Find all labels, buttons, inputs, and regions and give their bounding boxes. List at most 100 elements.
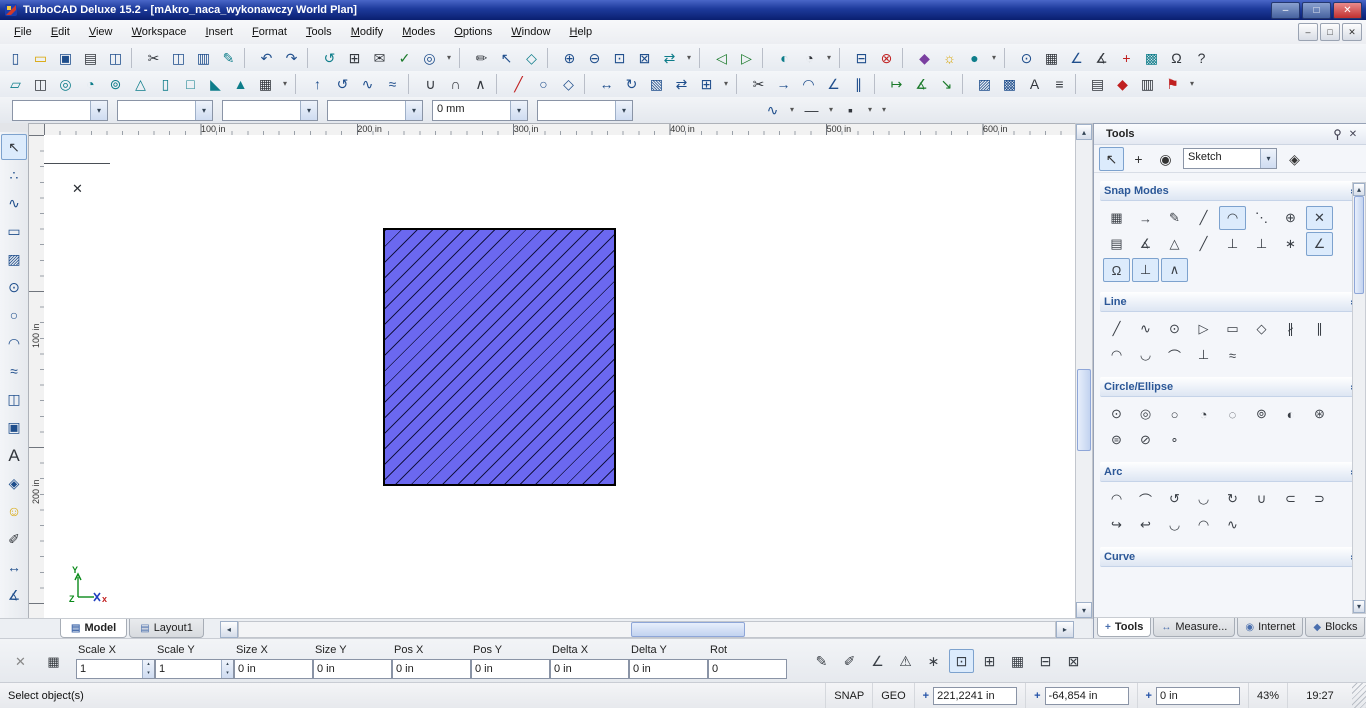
combo-dropdown-arrow[interactable]: ▾ — [615, 101, 632, 120]
scale-button[interactable]: ▧ — [644, 72, 669, 96]
coordinate-system-button[interactable]: + — [1114, 46, 1139, 70]
menu-workspace[interactable]: Workspace — [124, 23, 195, 41]
box-tool[interactable]: ▣ — [1, 414, 27, 440]
subtract-button[interactable]: ∩ — [443, 72, 468, 96]
view-more-dropdown[interactable]: ▾ — [822, 46, 836, 70]
z-coordinate-display[interactable]: 0 in — [1156, 687, 1240, 705]
rectangle-tool[interactable]: ▭ — [1, 218, 27, 244]
format-painter-button[interactable]: ✎ — [216, 46, 241, 70]
arc-perpendicular[interactable]: ↩ — [1132, 513, 1159, 537]
line-polygon[interactable]: ▷ — [1190, 317, 1217, 341]
panel-globe-button[interactable]: ◉ — [1153, 147, 1178, 171]
no-snap[interactable]: ✕ — [1306, 206, 1333, 230]
perspective-handles-button[interactable]: ⊠ — [1061, 649, 1086, 673]
save-button[interactable]: ▣ — [53, 46, 78, 70]
snap-on-graphic[interactable]: ╱ — [1190, 206, 1217, 230]
menu-tools[interactable]: Tools — [298, 23, 340, 41]
scroll-down-button[interactable]: ▾ — [1353, 600, 1365, 613]
minimize-button[interactable]: – — [1271, 2, 1300, 19]
snap-to-grid[interactable]: ▦ — [1103, 206, 1130, 230]
zoom-out-button[interactable]: ⊖ — [582, 46, 607, 70]
section-header-arc[interactable]: Arc « — [1100, 462, 1361, 482]
trim-button[interactable]: ✂ — [746, 72, 771, 96]
pen-properties-button[interactable]: ✐ — [837, 649, 862, 673]
ortho-button[interactable]: ∠ — [1064, 46, 1089, 70]
dimension-button[interactable]: ↦ — [884, 72, 909, 96]
line-rotated-rectangle[interactable]: ◇ — [1248, 317, 1275, 341]
close-button[interactable]: ✕ — [1333, 2, 1362, 19]
selection-info-button[interactable]: ▦ — [41, 649, 66, 673]
paint-tool[interactable]: ◈ — [1, 470, 27, 496]
pin-icon[interactable] — [1329, 127, 1345, 142]
pos-x-input[interactable]: 0 in ▴▾ — [392, 659, 471, 679]
circle-2-point[interactable]: ◌ — [1219, 402, 1246, 426]
redraw-button[interactable]: ↺ — [317, 46, 342, 70]
mdi-restore-button[interactable]: □ — [1320, 23, 1340, 41]
print-preview-button[interactable]: ◫ — [103, 46, 128, 70]
world-plan-button[interactable]: ◐ — [772, 46, 797, 70]
line-style-dropdown[interactable]: ▾ — [824, 98, 838, 122]
multitext-button[interactable]: ≡ — [1047, 72, 1072, 96]
menu-file[interactable]: File — [6, 23, 40, 41]
delta-x-input[interactable]: 0 in ▴▾ — [550, 659, 629, 679]
menu-edit[interactable]: Edit — [43, 23, 78, 41]
snap-vertex[interactable]: ✎ — [1161, 206, 1188, 230]
circle-concentric[interactable]: ◎ — [1132, 402, 1159, 426]
snap-toggle-button[interactable]: ⊙ — [1014, 46, 1039, 70]
hemisphere-button[interactable]: ◔ — [78, 72, 103, 96]
properties-button[interactable]: ✎ — [809, 649, 834, 673]
section-header-curve[interactable]: Curve « — [1100, 547, 1361, 567]
blocks-button[interactable]: ◆ — [1110, 72, 1135, 96]
extend-button[interactable]: → — [771, 72, 796, 96]
solid-tool[interactable]: ◫ — [1, 386, 27, 412]
panel-tab-internet[interactable]: ◉ Internet — [1237, 618, 1303, 637]
named-view-button[interactable]: ⚑ — [1160, 72, 1185, 96]
section-header-line[interactable]: Line « — [1100, 292, 1361, 312]
selector-3d-button[interactable]: ◇ — [519, 46, 544, 70]
pick-point-tool[interactable]: ✐ — [1, 526, 27, 552]
materials-button[interactable]: ◆ — [912, 46, 937, 70]
torus-button[interactable]: ⊚ — [103, 72, 128, 96]
cone-button[interactable]: △ — [128, 72, 153, 96]
arc-start-end-included[interactable]: ↺ — [1161, 487, 1188, 511]
pos-y-input[interactable]: 0 in ▴▾ — [471, 659, 550, 679]
sweep-button[interactable]: ∿ — [355, 72, 380, 96]
arc-tangent-point[interactable]: ↻ — [1219, 487, 1246, 511]
render-more-dropdown[interactable]: ▾ — [987, 46, 1001, 70]
pen-pattern-dropdown[interactable]: ▾ — [785, 98, 799, 122]
angle-dimension-button[interactable]: ∡ — [909, 72, 934, 96]
resize-grip[interactable] — [1352, 683, 1366, 708]
tab-model[interactable]: ▤ Model — [60, 619, 127, 638]
property-combo-2[interactable]: ▾ — [117, 100, 213, 121]
line-width-dropdown[interactable]: ▾ — [863, 98, 877, 122]
circle-diameter[interactable]: ○ — [1161, 402, 1188, 426]
scrollbar-thumb[interactable] — [1077, 369, 1091, 451]
circle-3-point[interactable]: ⊚ — [1248, 402, 1275, 426]
horizontal-scrollbar[interactable] — [238, 621, 1056, 638]
scale-handles-button[interactable]: ⊞ — [977, 649, 1002, 673]
script-button[interactable]: Ω — [1164, 46, 1189, 70]
solids-more-dropdown[interactable]: ▾ — [278, 72, 292, 96]
zoom-more-dropdown[interactable]: ▾ — [682, 46, 696, 70]
combo-dropdown-arrow[interactable]: ▾ — [405, 101, 422, 120]
paste-button[interactable]: ▥ — [191, 46, 216, 70]
snap-isometric[interactable]: △ — [1161, 232, 1188, 256]
no-editing-warning-button[interactable]: ⚠ — [893, 649, 918, 673]
panel-tab-blocks[interactable]: ◆ Blocks — [1305, 618, 1365, 637]
library-button[interactable]: ▥ — [1135, 72, 1160, 96]
show-handles-button[interactable]: ⊡ — [949, 649, 974, 673]
pen-width-combo[interactable]: 0 mm ▾ — [432, 100, 528, 121]
snap-nearest-on-graphic[interactable]: → — [1132, 206, 1159, 230]
mesh-button[interactable]: ▦ — [253, 72, 278, 96]
aperture-button[interactable]: ∗ — [921, 649, 946, 673]
arc-tool[interactable]: ◠ — [1, 330, 27, 356]
snap-ortho[interactable]: Ω — [1103, 258, 1130, 282]
fillet-button[interactable]: ◠ — [796, 72, 821, 96]
snap-perpendicular[interactable]: ⊥ — [1219, 232, 1246, 256]
rot-input[interactable]: 0 ▴▾ — [708, 659, 787, 679]
combo-dropdown-arrow[interactable]: ▾ — [195, 101, 212, 120]
new-drawing-button[interactable]: ▯ — [3, 46, 28, 70]
palette-close-button[interactable]: ✕ — [1345, 127, 1361, 142]
line-perpendicular-to-arc[interactable]: ⊥ — [1190, 343, 1217, 367]
help-button[interactable]: ? — [1189, 46, 1214, 70]
